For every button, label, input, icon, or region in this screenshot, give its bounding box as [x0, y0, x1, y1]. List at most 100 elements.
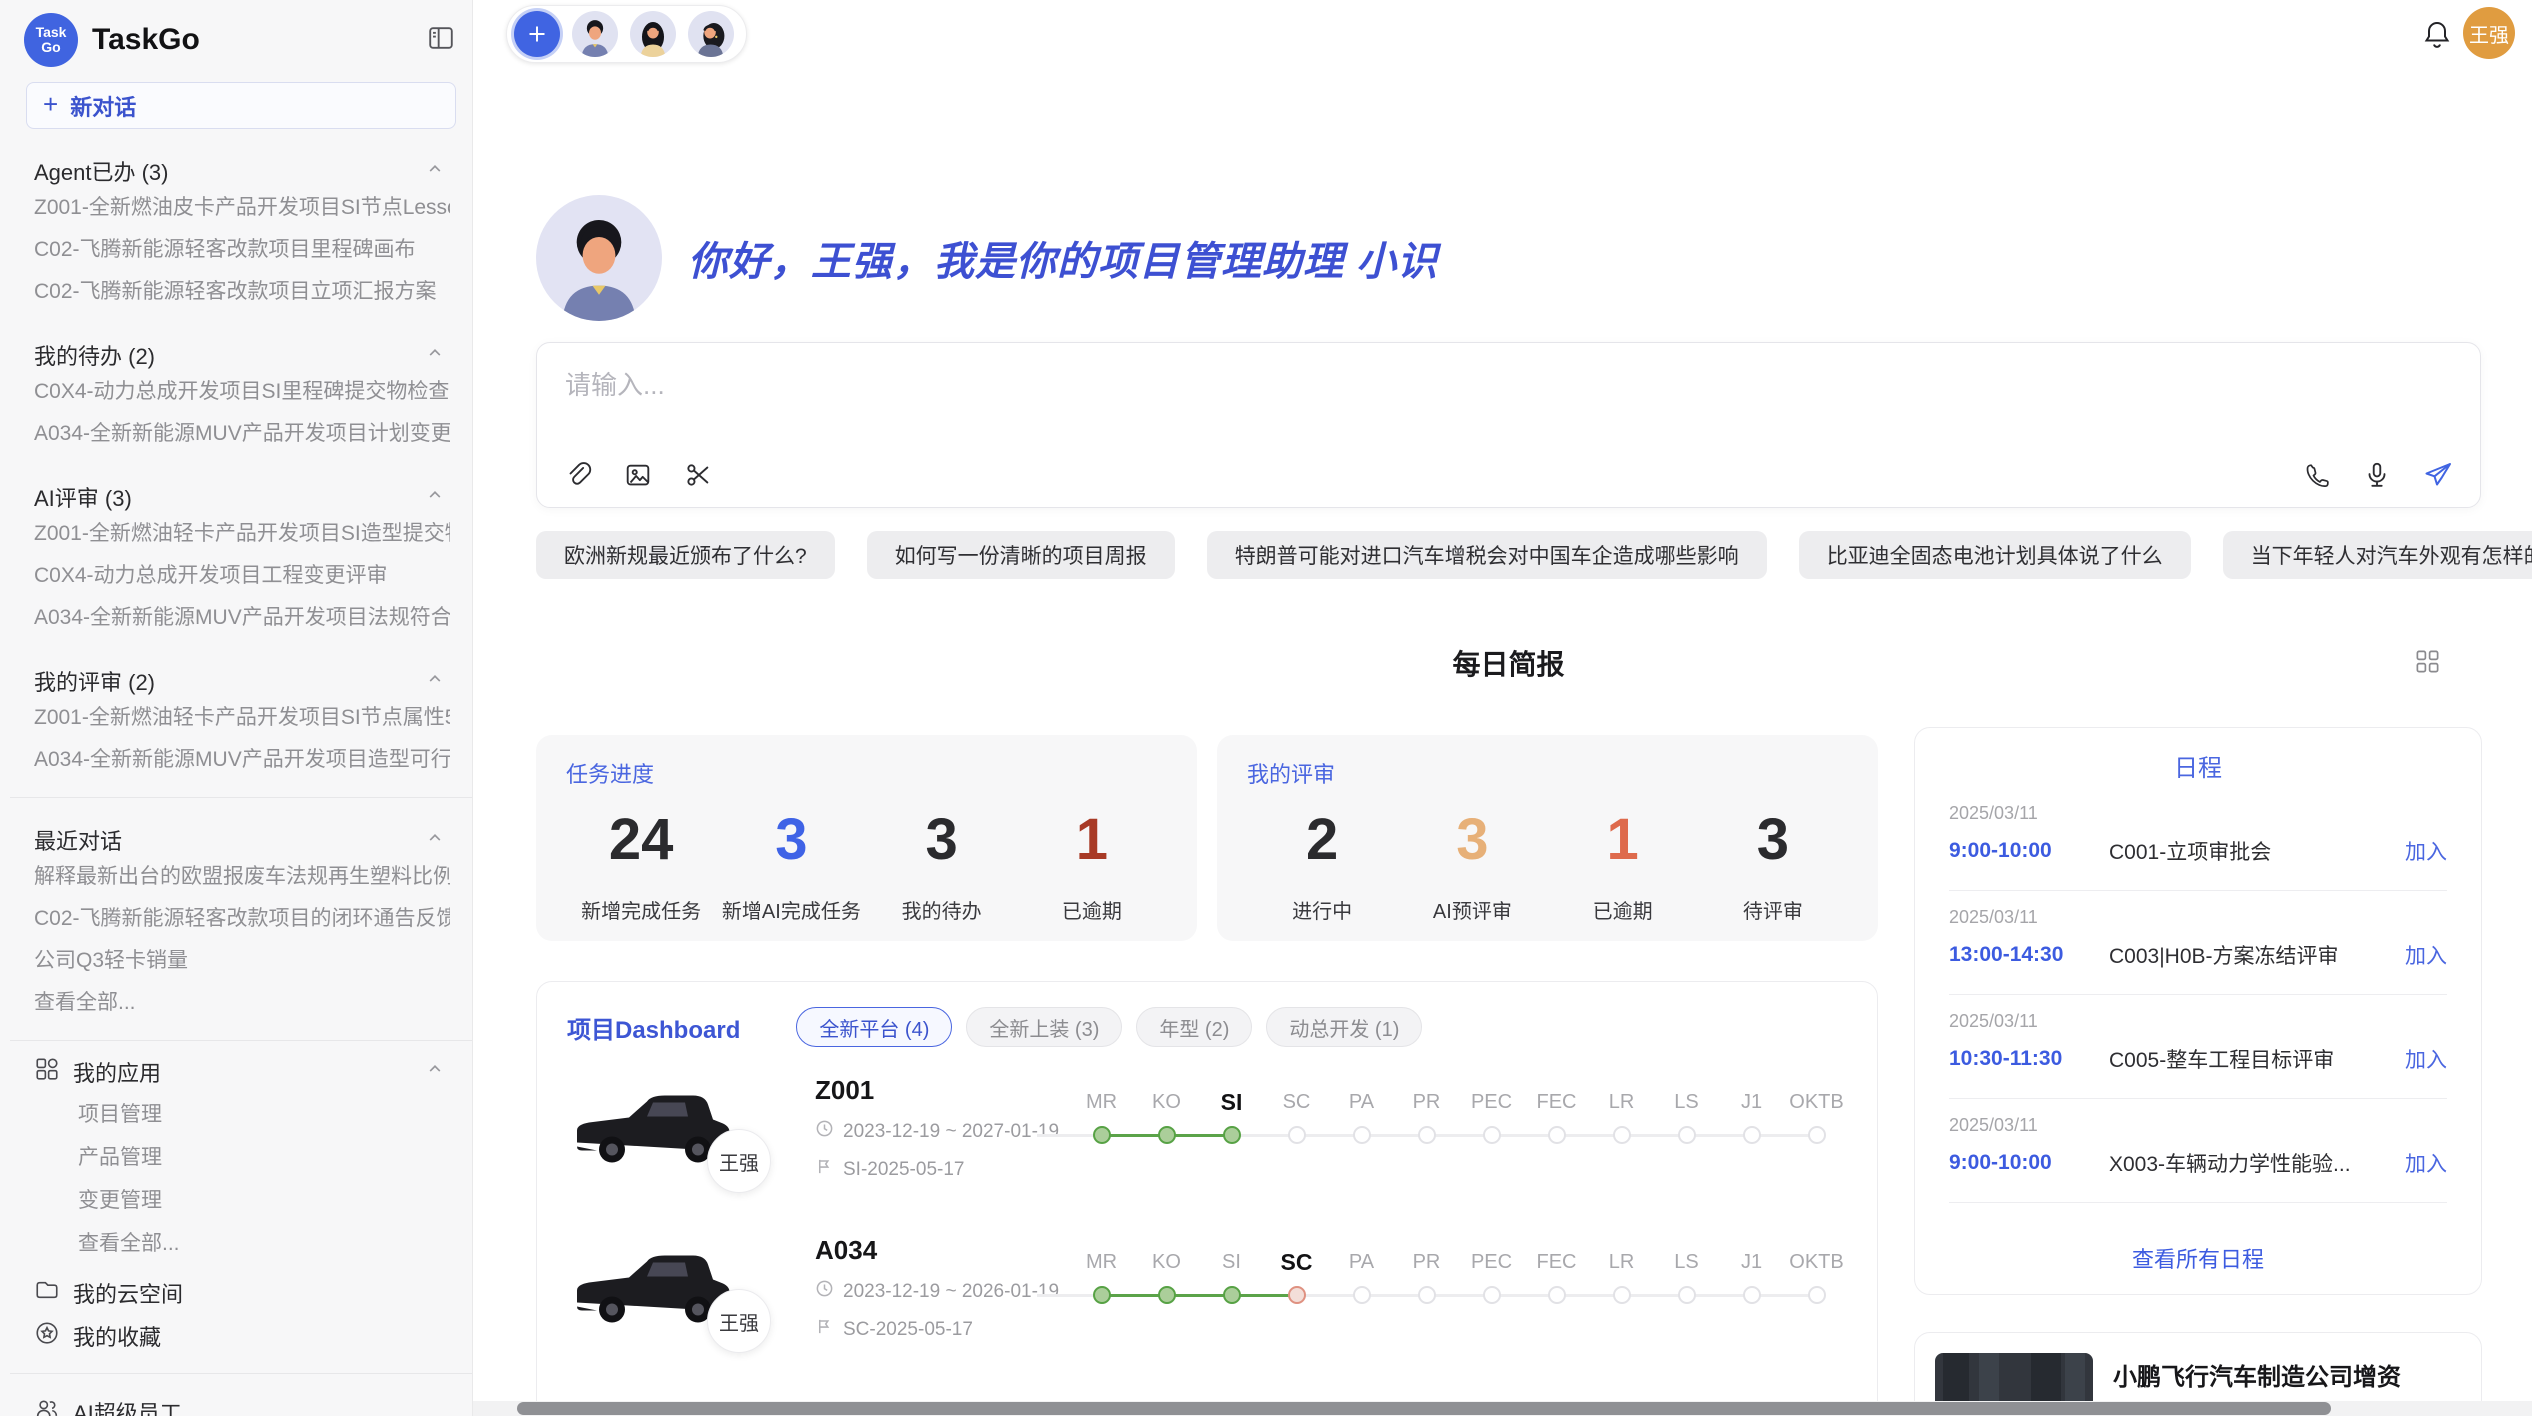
project-row[interactable]: 王强 Z001 [567, 1073, 1847, 1173]
stat-value: 1 [1017, 807, 1167, 873]
join-link[interactable]: 加入 [2405, 940, 2447, 970]
section-header[interactable]: AI评审 (3) [34, 481, 450, 513]
conversation-item[interactable]: A034-全新新能源MUV产品开发项目法规符合性评审 [34, 597, 450, 639]
chat-input[interactable] [563, 363, 2454, 459]
suggestion-chip[interactable]: 当下年轻人对汽车外观有怎样的喜好趋势 [2223, 531, 2532, 579]
suggestion-chip[interactable]: 比亚迪全固态电池计划具体说了什么 [1799, 531, 2191, 579]
send-icon[interactable] [2422, 459, 2454, 491]
stat: 24 新增完成任务 [566, 807, 716, 924]
milestone-dot [1093, 1126, 1111, 1144]
conversation-item[interactable]: A034-全新新能源MUV产品开发项目计划变更表编写 [34, 413, 450, 455]
app-item[interactable]: 产品管理 [34, 1136, 450, 1179]
scrollbar-thumb[interactable] [517, 1402, 2331, 1415]
milestone-label: LR [1609, 1085, 1635, 1119]
milestone-label: LS [1674, 1085, 1698, 1119]
stat-value: 3 [867, 807, 1017, 873]
view-all-schedule-link[interactable]: 查看所有日程 [1915, 1228, 2481, 1280]
stat-value: 3 [1397, 807, 1547, 873]
app-item[interactable]: 变更管理 [34, 1179, 450, 1222]
schedule-item: 2025/03/11 9:00-10:00 X003-车辆动力学性能验... 加… [1949, 1099, 2447, 1203]
milestone-dot [1808, 1126, 1826, 1144]
recent-conversation-item[interactable]: 查看全部... [34, 982, 450, 1024]
suggestion-chip[interactable]: 欧洲新规最近颁布了什么? [536, 531, 835, 579]
add-session-button[interactable] [514, 11, 560, 57]
milestone-dot [1158, 1126, 1176, 1144]
logo-text-top: Task [36, 25, 67, 40]
clock-icon [815, 1279, 834, 1304]
milestone-label: PR [1413, 1085, 1441, 1119]
join-link[interactable]: 加入 [2405, 836, 2447, 866]
schedule-time: 9:00-10:00 [1949, 839, 2109, 863]
suggestion-chip[interactable]: 如何写一份清晰的项目周报 [867, 531, 1175, 579]
my-favorites-item[interactable]: 我的收藏 [34, 1314, 450, 1357]
section-header[interactable]: 我的待办 (2) [34, 339, 450, 371]
session-avatar-2[interactable] [630, 11, 676, 57]
dashboard-tab[interactable]: 全新平台 (4) [796, 1007, 952, 1047]
session-avatar-3[interactable] [688, 11, 734, 57]
stats-row: 任务进度 24 新增完成任务 [536, 735, 1878, 941]
dashboard-tab[interactable]: 动总开发 (1) [1266, 1007, 1422, 1047]
conversation-item[interactable]: A034-全新新能源MUV产品开发项目造型可行性评审 [34, 739, 450, 781]
milestone-dot [1743, 1126, 1761, 1144]
stats-card: 任务进度 24 新增完成任务 [536, 735, 1197, 941]
recent-conversation-item[interactable]: C02-飞腾新能源轻客改款项目的闭环通告反馈情况 [34, 898, 450, 940]
news-title: 小鹏飞行汽车制造公司增资 [2113, 1357, 2461, 1392]
ai-employee-item[interactable]: AI超级员工 [34, 1390, 450, 1416]
conversation-item[interactable]: Z001-全新燃油皮卡产品开发项目SI节点Lesson Learn报告 [34, 187, 450, 229]
section-header[interactable]: Agent已办 (3) [34, 155, 450, 187]
notification-bell-icon[interactable] [2421, 18, 2453, 57]
my-apps-header[interactable]: 我的应用 [34, 1051, 450, 1093]
milestone-dot [1093, 1286, 1111, 1304]
milestone-label: SC [1281, 1245, 1313, 1279]
scissors-icon[interactable] [683, 460, 713, 490]
conversation-item[interactable]: C0X4-动力总成开发项目工程变更评审 [34, 555, 450, 597]
milestone-label: KO [1152, 1085, 1181, 1119]
my-cloud-item[interactable]: 我的云空间 [34, 1271, 450, 1314]
user-avatar[interactable]: 王强 [2463, 7, 2515, 59]
milestone-step: OKTB [1784, 1245, 1849, 1304]
attachment-icon[interactable] [563, 460, 593, 490]
stat-label: AI预评审 [1397, 895, 1547, 924]
layout-grid-icon[interactable] [2414, 648, 2441, 680]
milestone-dot [1158, 1286, 1176, 1304]
schedule-item: 2025/03/11 10:30-11:30 C005-整车工程目标评审 加入 [1949, 995, 2447, 1099]
conversation-item[interactable]: Z001-全新燃油轻卡产品开发项目SI节点属性5D文件评审 [34, 697, 450, 739]
recent-header[interactable]: 最近对话 [34, 824, 450, 856]
suggestion-chip[interactable]: 特朗普可能对进口汽车增税会对中国车企造成哪些影响 [1207, 531, 1767, 579]
briefing-title: 每日简报 [536, 643, 2481, 683]
milestone-label: PA [1349, 1085, 1374, 1119]
join-link[interactable]: 加入 [2405, 1044, 2447, 1074]
milestone-dot [1288, 1286, 1306, 1304]
phone-icon[interactable] [2302, 460, 2332, 490]
milestone-label: J1 [1741, 1245, 1762, 1279]
milestone-label: SC [1283, 1085, 1311, 1119]
milestone-dot [1613, 1286, 1631, 1304]
collapse-sidebar-icon[interactable] [426, 23, 456, 58]
app-item[interactable]: 查看全部... [34, 1222, 450, 1265]
join-link[interactable]: 加入 [2405, 1148, 2447, 1178]
app-item[interactable]: 项目管理 [34, 1093, 450, 1136]
microphone-icon[interactable] [2362, 460, 2392, 490]
conversation-item[interactable]: C02-飞腾新能源轻客改款项目里程碑画布 [34, 229, 450, 271]
section-header[interactable]: 我的评审 (2) [34, 665, 450, 697]
dashboard-tab[interactable]: 年型 (2) [1136, 1007, 1252, 1047]
milestone-label: OKTB [1789, 1085, 1843, 1119]
conversation-item[interactable]: C02-飞腾新能源轻客改款项目立项汇报方案 [34, 271, 450, 313]
dashboard-tab[interactable]: 全新上装 (3) [966, 1007, 1122, 1047]
milestone-dot [1613, 1126, 1631, 1144]
stat-label: 已逾期 [1548, 895, 1698, 924]
milestone-dot [1353, 1126, 1371, 1144]
new-chat-button[interactable]: + 新对话 [26, 82, 456, 129]
conversation-item[interactable]: Z001-全新燃油轻卡产品开发项目SI造型提交物评审 [34, 513, 450, 555]
conversation-item[interactable]: C0X4-动力总成开发项目SI里程碑提交物检查 [34, 371, 450, 413]
project-row[interactable]: 王强 A034 [567, 1233, 1847, 1333]
session-avatar-1[interactable] [572, 11, 618, 57]
image-icon[interactable] [623, 460, 653, 490]
plus-icon: + [43, 89, 58, 120]
recent-conversation-item[interactable]: 公司Q3轻卡销量 [34, 940, 450, 982]
project-rows: 王强 Z001 [567, 1073, 1847, 1333]
schedule-card: 日程 2025/03/11 9:00-10:00 C001-立项审批会 加入 [1914, 727, 2482, 1295]
milestone-label: KO [1152, 1245, 1181, 1279]
my-apps-label: 我的应用 [73, 1056, 161, 1088]
recent-conversation-item[interactable]: 解释最新出台的欧盟报废车法规再生塑料比例被调至15%... [34, 856, 450, 898]
